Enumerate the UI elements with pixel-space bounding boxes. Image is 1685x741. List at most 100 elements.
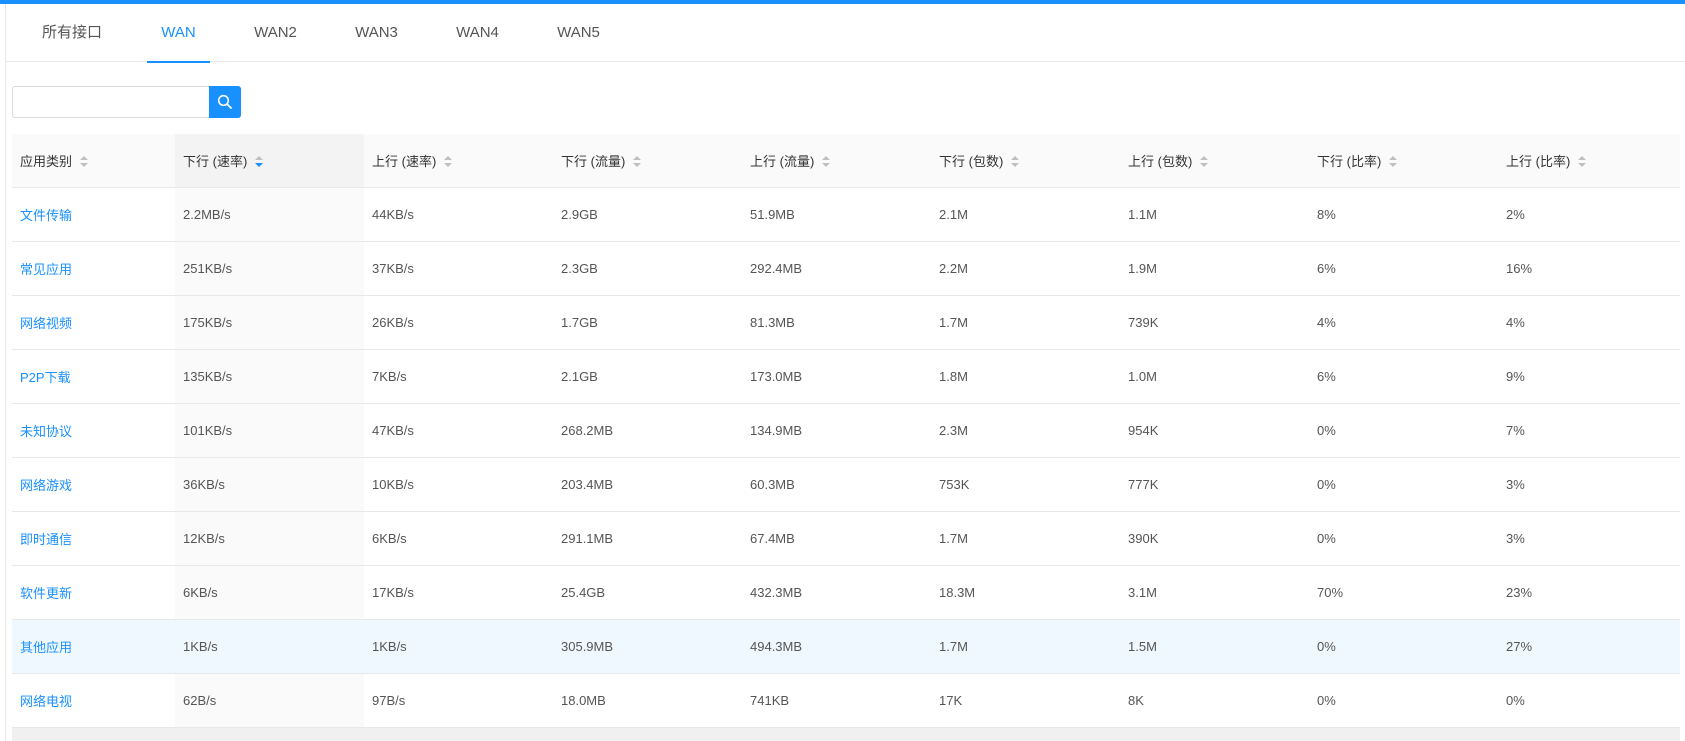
sort-descending-icon[interactable] bbox=[255, 155, 264, 168]
cell-down-ratio: 0% bbox=[1309, 457, 1498, 512]
tab-all-interfaces[interactable]: 所有接口 bbox=[28, 4, 116, 62]
interface-tabs: 所有接口 WAN WAN2 WAN3 WAN4 WAN5 bbox=[6, 4, 1685, 63]
cell-value: 47KB/s bbox=[372, 423, 414, 438]
app-category-link[interactable]: P2P下载 bbox=[20, 370, 71, 385]
cell-value: 8K bbox=[1128, 693, 1144, 708]
sort-arrows-icon[interactable] bbox=[1578, 155, 1587, 168]
column-header-down-ratio[interactable]: 下行 (比率) bbox=[1309, 134, 1498, 188]
cell-app-category[interactable]: 即时通信 bbox=[12, 511, 175, 566]
column-header-up-traffic[interactable]: 上行 (流量) bbox=[742, 134, 931, 188]
table-row[interactable]: 常见应用 251KB/s 37KB/s 2.3GB 292.4MB 2.2M 1.9M 6% 1… bbox=[12, 241, 1680, 296]
tab-wan2[interactable]: WAN2 bbox=[244, 4, 307, 62]
cell-app-category[interactable]: 网络视频 bbox=[12, 295, 175, 350]
column-header-up-ratio[interactable]: 上行 (比率) bbox=[1498, 134, 1680, 188]
column-header-down-packets[interactable]: 下行 (包数) bbox=[931, 134, 1120, 188]
cell-value: 3% bbox=[1506, 531, 1525, 546]
tab-wan5[interactable]: WAN5 bbox=[547, 4, 610, 62]
cell-value: 6% bbox=[1317, 261, 1336, 276]
column-header-down-traffic[interactable]: 下行 (流量) bbox=[553, 134, 742, 188]
cell-up-traffic: 60.3MB bbox=[742, 457, 931, 512]
cell-value: 0% bbox=[1317, 477, 1336, 492]
table-row[interactable]: 软件更新 6KB/s 17KB/s 25.4GB 432.3MB 18.3M 3.1M 70%… bbox=[12, 565, 1680, 620]
cell-value: 8% bbox=[1317, 207, 1336, 222]
app-category-link[interactable]: 未知协议 bbox=[20, 424, 72, 439]
table-row[interactable]: 文件传输 2.2MB/s 44KB/s 2.9GB 51.9MB 2.1M 1.1M 8% 2% bbox=[12, 187, 1680, 242]
cell-down-rate: 36KB/s bbox=[175, 457, 364, 512]
cell-up-traffic: 494.3MB bbox=[742, 619, 931, 674]
app-category-link[interactable]: 即时通信 bbox=[20, 532, 72, 547]
cell-value: 203.4MB bbox=[561, 477, 614, 492]
tab-wan3[interactable]: WAN3 bbox=[345, 4, 408, 62]
cell-up-ratio: 7% bbox=[1498, 403, 1680, 458]
cell-value: 175KB/s bbox=[183, 315, 233, 330]
cell-up-ratio: 2% bbox=[1498, 187, 1680, 242]
search-input[interactable] bbox=[12, 86, 209, 118]
cell-up-packets: 739K bbox=[1120, 295, 1309, 350]
cell-app-category[interactable]: 其他应用 bbox=[12, 619, 175, 674]
cell-value: 291.1MB bbox=[561, 531, 614, 546]
tab-wan4[interactable]: WAN4 bbox=[446, 4, 509, 62]
cell-down-packets: 1.8M bbox=[931, 349, 1120, 404]
cell-app-category[interactable]: 常见应用 bbox=[12, 241, 175, 296]
table-row[interactable]: 网络电视 62B/s 97B/s 18.0MB 741KB 17K 8K 0% 0% bbox=[12, 673, 1680, 728]
cell-value: 134.9MB bbox=[750, 423, 803, 438]
cell-value: 36KB/s bbox=[183, 477, 225, 492]
cell-value: 26KB/s bbox=[372, 315, 414, 330]
app-category-link[interactable]: 网络游戏 bbox=[20, 478, 72, 493]
cell-down-rate: 135KB/s bbox=[175, 349, 364, 404]
sort-arrows-icon[interactable] bbox=[444, 155, 453, 168]
cell-value: 305.9MB bbox=[561, 639, 614, 654]
column-header-up-packets[interactable]: 上行 (包数) bbox=[1120, 134, 1309, 188]
cell-value: 432.3MB bbox=[750, 585, 803, 600]
search-button[interactable] bbox=[209, 86, 241, 118]
cell-app-category[interactable]: 网络游戏 bbox=[12, 457, 175, 512]
column-header-label: 应用类别 bbox=[20, 154, 73, 169]
column-header-app-category[interactable]: 应用类别 bbox=[12, 134, 175, 188]
table-row[interactable]: 网络视频 175KB/s 26KB/s 1.7GB 81.3MB 1.7M 739K 4% 4% bbox=[12, 295, 1680, 350]
sort-arrows-icon[interactable] bbox=[80, 155, 89, 168]
table-body: 文件传输 2.2MB/s 44KB/s 2.9GB 51.9MB 2.1M 1.1M 8% 2%… bbox=[12, 187, 1680, 728]
cell-value: 1.9M bbox=[1128, 261, 1157, 276]
sort-arrows-icon[interactable] bbox=[1389, 155, 1398, 168]
sort-arrows-icon[interactable] bbox=[822, 155, 831, 168]
cell-up-packets: 954K bbox=[1120, 403, 1309, 458]
app-category-link[interactable]: 其他应用 bbox=[20, 640, 72, 655]
column-header-label: 下行 (速率) bbox=[183, 154, 248, 169]
sort-arrows-icon[interactable] bbox=[633, 155, 642, 168]
cell-value: 51.9MB bbox=[750, 207, 795, 222]
horizontal-scrollbar[interactable] bbox=[12, 728, 1680, 741]
column-header-down-rate[interactable]: 下行 (速率) bbox=[175, 134, 364, 188]
cell-value: 4% bbox=[1506, 315, 1525, 330]
cell-value: 268.2MB bbox=[561, 423, 614, 438]
tab-wan[interactable]: WAN bbox=[147, 4, 210, 63]
cell-app-category[interactable]: 文件传输 bbox=[12, 187, 175, 242]
table-row[interactable]: 即时通信 12KB/s 6KB/s 291.1MB 67.4MB 1.7M 390K 0% 3% bbox=[12, 511, 1680, 566]
sort-arrows-icon[interactable] bbox=[1200, 155, 1209, 168]
app-category-link[interactable]: 网络电视 bbox=[20, 694, 72, 709]
cell-value: 25.4GB bbox=[561, 585, 606, 600]
cell-app-category[interactable]: 软件更新 bbox=[12, 565, 175, 620]
app-category-link[interactable]: 网络视频 bbox=[20, 316, 72, 331]
table-row[interactable]: P2P下载 135KB/s 7KB/s 2.1GB 173.0MB 1.8M 1.0M 6% 9… bbox=[12, 349, 1680, 404]
cell-app-category[interactable]: 网络电视 bbox=[12, 673, 175, 728]
sort-arrows-icon[interactable] bbox=[1011, 155, 1020, 168]
cell-value: 23% bbox=[1506, 585, 1533, 600]
cell-app-category[interactable]: P2P下载 bbox=[12, 349, 175, 404]
cell-value: 62B/s bbox=[183, 693, 217, 708]
app-category-link[interactable]: 文件传输 bbox=[20, 208, 72, 223]
cell-up-rate: 37KB/s bbox=[364, 241, 553, 296]
table-row[interactable]: 网络游戏 36KB/s 10KB/s 203.4MB 60.3MB 753K 777K 0% 3… bbox=[12, 457, 1680, 512]
cell-value: 251KB/s bbox=[183, 261, 233, 276]
app-category-link[interactable]: 常见应用 bbox=[20, 262, 72, 277]
cell-value: 2.2M bbox=[939, 261, 968, 276]
cell-value: 3.1M bbox=[1128, 585, 1157, 600]
table-row[interactable]: 其他应用 1KB/s 1KB/s 305.9MB 494.3MB 1.7M 1.5M 0% 27… bbox=[12, 619, 1680, 674]
cell-down-packets: 2.1M bbox=[931, 187, 1120, 242]
column-header-up-rate[interactable]: 上行 (速率) bbox=[364, 134, 553, 188]
cell-value: 2.2MB/s bbox=[183, 207, 231, 222]
cell-value: 0% bbox=[1317, 531, 1336, 546]
app-category-link[interactable]: 软件更新 bbox=[20, 586, 72, 601]
cell-app-category[interactable]: 未知协议 bbox=[12, 403, 175, 458]
table-row[interactable]: 未知协议 101KB/s 47KB/s 268.2MB 134.9MB 2.3M 954K 0… bbox=[12, 403, 1680, 458]
cell-down-ratio: 0% bbox=[1309, 673, 1498, 728]
